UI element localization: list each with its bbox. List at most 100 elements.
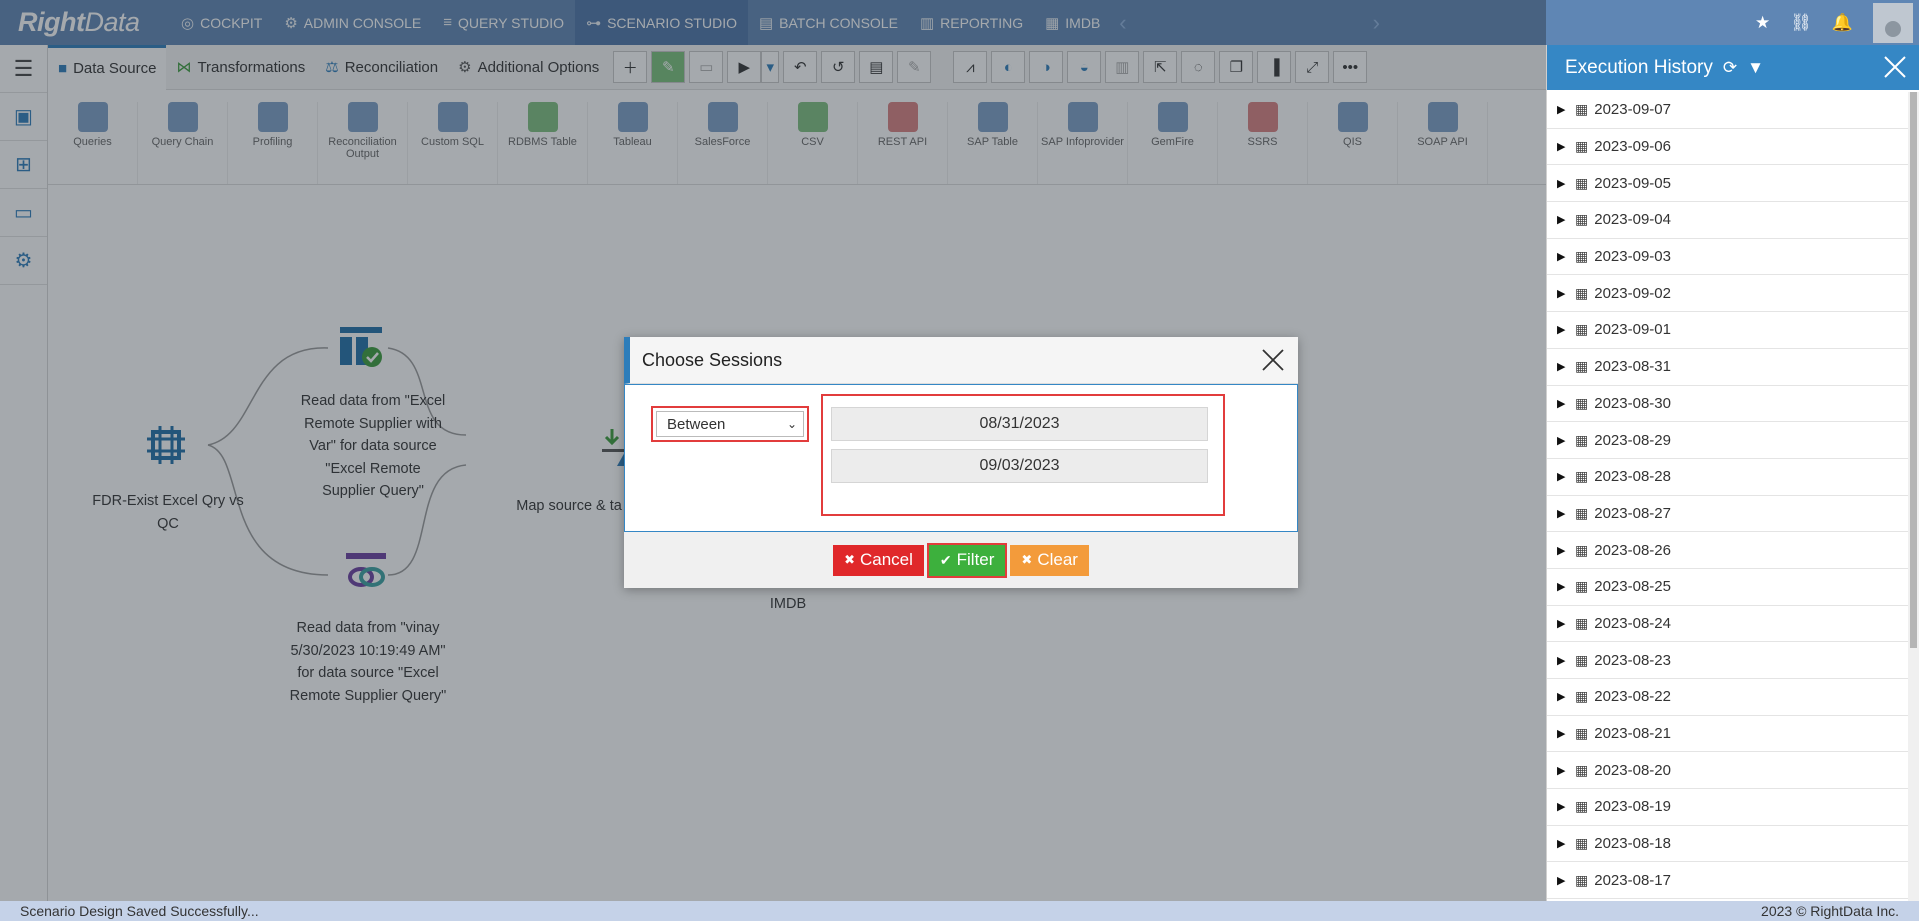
expand-triangle-icon[interactable]: ▶ xyxy=(1557,580,1569,593)
execution-history-list: ▶ ▦ 2023-09-07 ▶ ▦ 2023-09-06 ▶ ▦ 2023-09-05 ▶ ▦ 20… xyxy=(1547,92,1909,900)
history-date-label: 2023-09-06 xyxy=(1594,138,1671,156)
history-date-row[interactable]: ▶ ▦ 2023-08-21 xyxy=(1547,716,1909,753)
close-icon: ✖ xyxy=(1021,552,1033,567)
cancel-button[interactable]: ✖ Cancel xyxy=(833,544,924,576)
status-bar: Scenario Design Saved Successfully... 20… xyxy=(0,901,1919,921)
execution-history-panel: Execution History ⟳ ▼ ▶ ▦ 2023-09-07 ▶ ▦ 2023… xyxy=(1546,45,1919,901)
expand-triangle-icon[interactable]: ▶ xyxy=(1557,360,1569,373)
close-history-icon[interactable] xyxy=(1879,51,1911,83)
calendar-icon: ▦ xyxy=(1575,211,1589,228)
history-date-row[interactable]: ▶ ▦ 2023-09-06 xyxy=(1547,129,1909,166)
from-date-input[interactable]: 08/31/2023 xyxy=(831,407,1208,441)
expand-triangle-icon[interactable]: ▶ xyxy=(1557,287,1569,300)
calendar-icon: ▦ xyxy=(1575,321,1589,338)
history-date-row[interactable]: ▶ ▦ 2023-08-26 xyxy=(1547,532,1909,569)
history-date-row[interactable]: ▶ ▦ 2023-09-07 xyxy=(1547,92,1909,129)
calendar-icon: ▦ xyxy=(1575,725,1589,742)
history-date-label: 2023-08-31 xyxy=(1594,358,1671,376)
calendar-icon: ▦ xyxy=(1575,101,1589,118)
expand-triangle-icon[interactable]: ▶ xyxy=(1557,103,1569,116)
expand-triangle-icon[interactable]: ▶ xyxy=(1557,544,1569,557)
history-date-row[interactable]: ▶ ▦ 2023-09-03 xyxy=(1547,239,1909,276)
to-date-input[interactable]: 09/03/2023 xyxy=(831,449,1208,483)
history-date-row[interactable]: ▶ ▦ 2023-08-27 xyxy=(1547,496,1909,533)
calendar-icon: ▦ xyxy=(1575,468,1589,485)
history-date-label: 2023-08-27 xyxy=(1594,504,1671,522)
history-date-label: 2023-09-02 xyxy=(1594,284,1671,302)
expand-triangle-icon[interactable]: ▶ xyxy=(1557,654,1569,667)
expand-triangle-icon[interactable]: ▶ xyxy=(1557,140,1569,153)
filter-icon[interactable]: ▼ xyxy=(1747,58,1764,78)
calendar-icon: ▦ xyxy=(1575,798,1589,815)
history-date-row[interactable]: ▶ ▦ 2023-08-19 xyxy=(1547,789,1909,826)
history-date-row[interactable]: ▶ ▦ 2023-09-05 xyxy=(1547,165,1909,203)
notifications-bell-icon[interactable]: 🔔 xyxy=(1832,13,1853,33)
expand-triangle-icon[interactable]: ▶ xyxy=(1557,690,1569,703)
expand-triangle-icon[interactable]: ▶ xyxy=(1557,250,1569,263)
expand-triangle-icon[interactable]: ▶ xyxy=(1557,397,1569,410)
execution-history-header: Execution History ⟳ ▼ xyxy=(1547,45,1919,90)
expand-triangle-icon[interactable]: ▶ xyxy=(1557,617,1569,630)
expand-triangle-icon[interactable]: ▶ xyxy=(1557,837,1569,850)
history-date-label: 2023-08-28 xyxy=(1594,468,1671,486)
dialog-header: Choose Sessions xyxy=(624,337,1298,384)
history-date-row[interactable]: ▶ ▦ 2023-08-24 xyxy=(1547,606,1909,643)
expand-triangle-icon[interactable]: ▶ xyxy=(1557,764,1569,777)
history-date-row[interactable]: ▶ ▦ 2023-08-20 xyxy=(1547,752,1909,790)
expand-triangle-icon[interactable]: ▶ xyxy=(1557,177,1569,190)
operator-selected-value: Between xyxy=(667,415,726,433)
user-avatar[interactable] xyxy=(1873,2,1913,43)
calendar-icon: ▦ xyxy=(1575,871,1589,888)
history-date-row[interactable]: ▶ ▦ 2023-08-28 xyxy=(1547,459,1909,496)
copyright-text: 2023 © RightData Inc. xyxy=(1761,903,1899,919)
status-message: Scenario Design Saved Successfully... xyxy=(20,903,259,919)
history-date-label: 2023-08-29 xyxy=(1594,431,1671,449)
link-icon[interactable]: ⛓ xyxy=(1790,13,1812,33)
history-date-row[interactable]: ▶ ▦ 2023-08-22 xyxy=(1547,679,1909,716)
calendar-icon: ▦ xyxy=(1575,761,1589,778)
dialog-footer: ✖ Cancel ✔ Filter ✖ Clear xyxy=(624,532,1298,588)
calendar-icon: ▦ xyxy=(1575,431,1589,448)
history-date-label: 2023-08-17 xyxy=(1594,871,1671,889)
history-date-label: 2023-09-03 xyxy=(1594,248,1671,266)
calendar-icon: ▦ xyxy=(1575,394,1589,411)
filter-button[interactable]: ✔ Filter xyxy=(926,542,1008,578)
calendar-icon: ▦ xyxy=(1575,248,1589,265)
history-date-row[interactable]: ▶ ▦ 2023-09-01 xyxy=(1547,312,1909,349)
execution-history-title: Execution History xyxy=(1565,56,1713,78)
expand-triangle-icon[interactable]: ▶ xyxy=(1557,727,1569,740)
history-date-row[interactable]: ▶ ▦ 2023-08-31 xyxy=(1547,349,1909,386)
calendar-icon: ▦ xyxy=(1575,614,1589,631)
history-date-row[interactable]: ▶ ▦ 2023-08-23 xyxy=(1547,642,1909,679)
history-date-row[interactable]: ▶ ▦ 2023-09-04 xyxy=(1547,202,1909,239)
history-date-label: 2023-08-25 xyxy=(1594,578,1671,596)
check-icon: ✔ xyxy=(939,551,952,568)
history-date-row[interactable]: ▶ ▦ 2023-08-29 xyxy=(1547,422,1909,459)
history-date-row[interactable]: ▶ ▦ 2023-08-25 xyxy=(1547,569,1909,606)
calendar-icon: ▦ xyxy=(1575,174,1589,191)
history-scrollbar[interactable] xyxy=(1908,92,1919,901)
operator-select[interactable]: Between ⌄ xyxy=(656,411,804,437)
history-date-row[interactable]: ▶ ▦ 2023-08-17 xyxy=(1547,862,1909,900)
history-date-row[interactable]: ▶ ▦ 2023-08-18 xyxy=(1547,826,1909,863)
history-scrollbar-thumb[interactable] xyxy=(1910,92,1917,648)
favorites-star-icon[interactable]: ★ xyxy=(1755,13,1770,33)
history-date-row[interactable]: ▶ ▦ 2023-09-02 xyxy=(1547,275,1909,313)
history-date-label: 2023-09-07 xyxy=(1594,101,1671,119)
choose-sessions-dialog: Choose Sessions Between ⌄ 08/31/2023 09/… xyxy=(624,337,1298,588)
expand-triangle-icon[interactable]: ▶ xyxy=(1557,213,1569,226)
expand-triangle-icon[interactable]: ▶ xyxy=(1557,507,1569,520)
clear-button[interactable]: ✖ Clear xyxy=(1010,544,1089,576)
expand-triangle-icon[interactable]: ▶ xyxy=(1557,323,1569,336)
expand-triangle-icon[interactable]: ▶ xyxy=(1557,874,1569,887)
refresh-icon[interactable]: ⟳ xyxy=(1723,58,1737,78)
expand-triangle-icon[interactable]: ▶ xyxy=(1557,800,1569,813)
expand-triangle-icon[interactable]: ▶ xyxy=(1557,470,1569,483)
history-date-label: 2023-08-26 xyxy=(1594,541,1671,559)
top-right-actions: ★ ⛓ 🔔 xyxy=(1755,0,1919,45)
history-date-row[interactable]: ▶ ▦ 2023-08-30 xyxy=(1547,386,1909,423)
calendar-icon: ▦ xyxy=(1575,578,1589,595)
expand-triangle-icon[interactable]: ▶ xyxy=(1557,434,1569,447)
chevron-down-icon: ⌄ xyxy=(786,417,797,431)
dialog-close-icon[interactable] xyxy=(1258,345,1288,375)
